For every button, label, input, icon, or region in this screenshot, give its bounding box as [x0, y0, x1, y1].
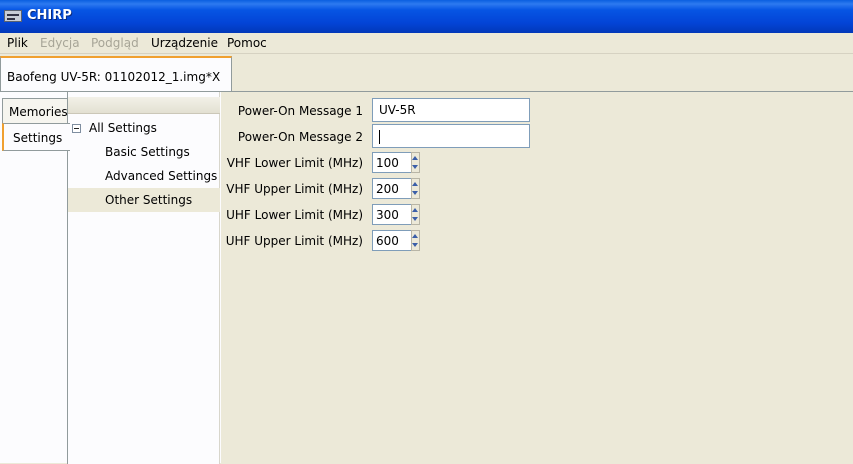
- tab-memories-label: Memories: [9, 105, 68, 119]
- window-title: CHIRP: [27, 8, 72, 23]
- tree-item-label: Advanced Settings: [105, 169, 218, 183]
- file-tab[interactable]: Baofeng UV-5R: 01102012_1.img* X: [0, 56, 232, 92]
- power-on-message-1-input[interactable]: UV-5R: [372, 98, 530, 122]
- chevron-up-icon[interactable]: [412, 153, 419, 163]
- collapse-icon[interactable]: [72, 124, 81, 133]
- tree-item-label: Basic Settings: [105, 145, 190, 159]
- vhf-upper-limit-input[interactable]: 200: [372, 178, 412, 199]
- menu-edycja[interactable]: Edycja: [40, 36, 80, 50]
- settings-tree: All Settings Basic Settings Advanced Set…: [68, 92, 220, 464]
- chevron-down-icon[interactable]: [412, 163, 419, 173]
- title-bar[interactable]: CHIRP: [0, 0, 853, 33]
- vhf-lower-limit-stepper[interactable]: [411, 152, 420, 173]
- editor-content: Memories Settings All Settings Basic Set…: [0, 91, 853, 464]
- power-on-message-1-label: Power-On Message 1: [237, 104, 363, 118]
- chevron-down-icon[interactable]: [412, 189, 419, 199]
- uhf-lower-limit-stepper[interactable]: [411, 204, 420, 225]
- uhf-upper-limit-input[interactable]: 600: [372, 230, 412, 251]
- menu-urzadzenie[interactable]: Urządzenie: [151, 36, 218, 50]
- file-tab-label: Baofeng UV-5R: 01102012_1.img*: [7, 70, 212, 84]
- tree-item-label: Other Settings: [105, 193, 193, 207]
- tree-item-other-settings[interactable]: Other Settings: [68, 188, 220, 212]
- file-tab-strip: Baofeng UV-5R: 01102012_1.img* X: [0, 54, 853, 92]
- chevron-up-icon[interactable]: [412, 205, 419, 215]
- vhf-upper-limit-stepper[interactable]: [411, 178, 420, 199]
- menu-plik[interactable]: Plik: [7, 36, 28, 50]
- tree-item-label: All Settings: [89, 121, 157, 135]
- chevron-down-icon[interactable]: [412, 241, 419, 251]
- vhf-lower-limit-input[interactable]: 100: [372, 152, 412, 173]
- chevron-down-icon[interactable]: [412, 215, 419, 225]
- tree-item-all-settings[interactable]: All Settings: [68, 116, 220, 140]
- tree-column-header[interactable]: [68, 97, 220, 114]
- chevron-up-icon[interactable]: [412, 231, 419, 241]
- text-caret: [379, 129, 380, 144]
- tab-settings-label: Settings: [13, 131, 63, 145]
- vhf-upper-limit-value: 200: [376, 182, 399, 196]
- uhf-lower-limit-value: 300: [376, 208, 399, 222]
- menu-bar: Plik Edycja Podgląd Urządzenie Pomoc: [0, 33, 853, 54]
- uhf-upper-limit-value: 600: [376, 234, 399, 248]
- menu-podglad[interactable]: Podgląd: [91, 36, 139, 50]
- power-on-message-2-label: Power-On Message 2: [237, 130, 363, 144]
- app-icon: [4, 10, 22, 22]
- power-on-message-2-input[interactable]: [372, 124, 530, 148]
- tab-settings[interactable]: Settings: [2, 123, 70, 151]
- vhf-lower-limit-label: VHF Lower Limit (MHz): [226, 156, 363, 170]
- menu-pomoc[interactable]: Pomoc: [227, 36, 267, 50]
- uhf-lower-limit-input[interactable]: 300: [372, 204, 412, 225]
- tree-item-basic-settings[interactable]: Basic Settings: [68, 140, 220, 164]
- chevron-up-icon[interactable]: [412, 179, 419, 189]
- uhf-upper-limit-stepper[interactable]: [411, 230, 420, 251]
- tab-memories[interactable]: Memories: [2, 98, 69, 124]
- uhf-upper-limit-label: UHF Upper Limit (MHz): [225, 234, 363, 248]
- tree-item-advanced-settings[interactable]: Advanced Settings: [68, 164, 220, 188]
- uhf-lower-limit-label: UHF Lower Limit (MHz): [226, 208, 363, 222]
- power-on-message-1-value: UV-5R: [379, 103, 416, 117]
- settings-form: Power-On Message 1 UV-5R Power-On Messag…: [221, 92, 853, 464]
- vhf-lower-limit-value: 100: [376, 156, 399, 170]
- vhf-upper-limit-label: VHF Upper Limit (MHz): [226, 182, 363, 196]
- close-tab-button[interactable]: X: [212, 70, 220, 84]
